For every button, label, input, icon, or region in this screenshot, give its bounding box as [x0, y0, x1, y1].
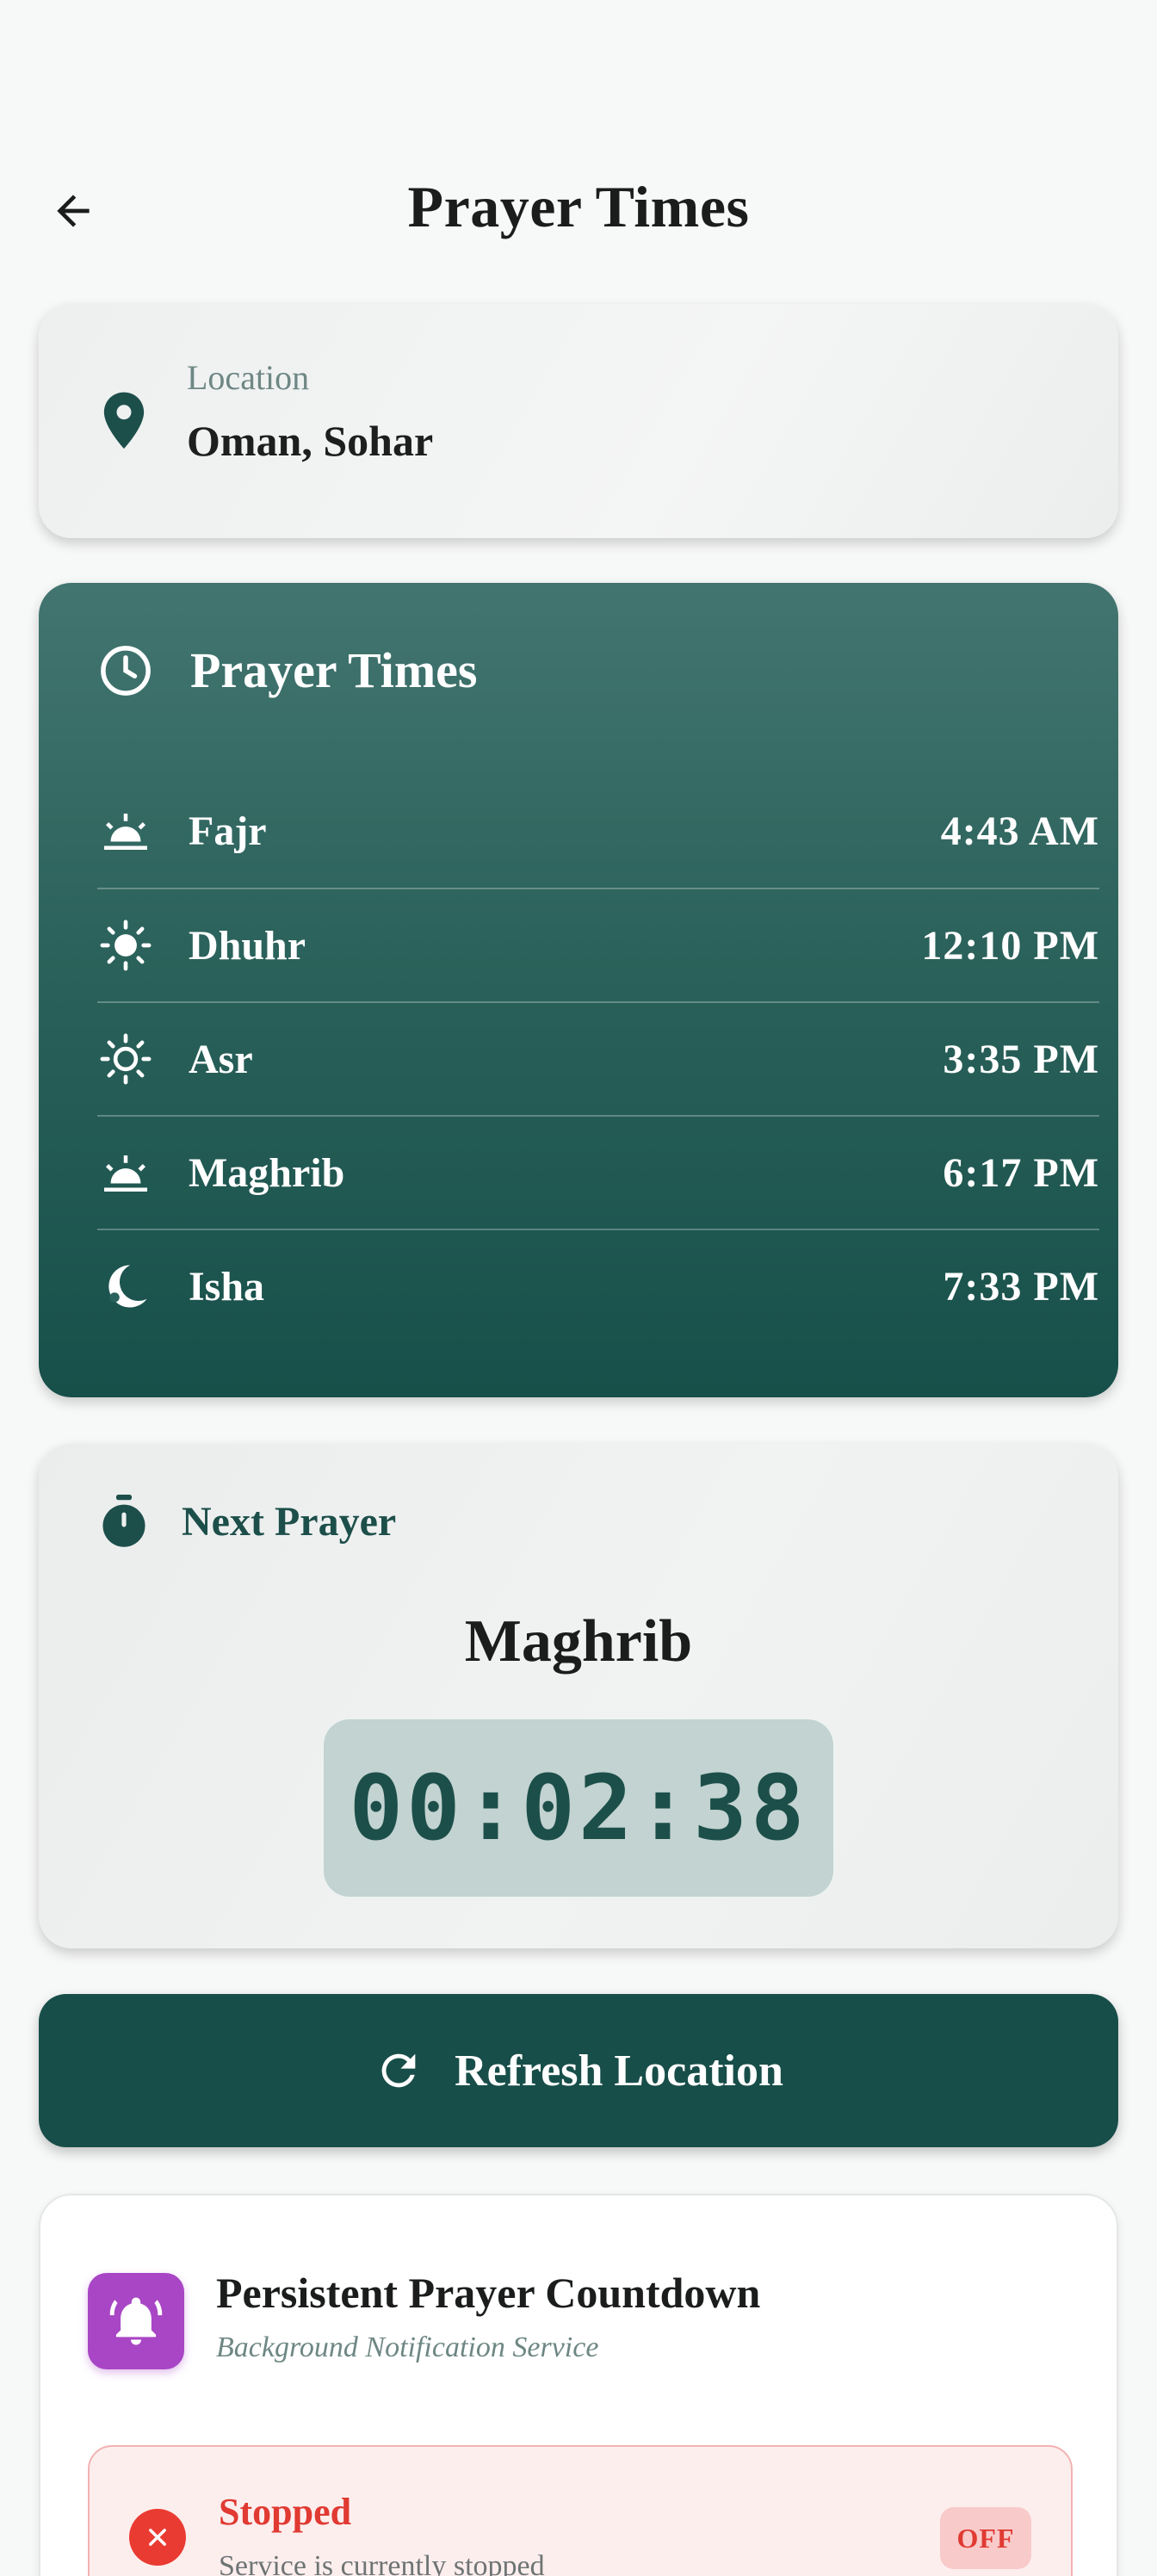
sun-icon [97, 917, 154, 974]
prayer-row-asr: Asr 3:35 PM [97, 1001, 1099, 1115]
service-icon-tile [88, 2273, 184, 2369]
prayer-name: Fajr [189, 808, 267, 854]
prayer-times-header: Prayer Times [97, 641, 477, 699]
service-subtitle: Background Notification Service [216, 2331, 599, 2363]
location-card: Location Oman, Sohar [39, 304, 1118, 538]
prayer-time: 12:10 PM [921, 922, 1099, 969]
prayer-times-card: Prayer Times Fajr 4:43 AM Dhuhr 12:10 PM… [39, 583, 1118, 1397]
prayer-row-isha: Isha 7:33 PM [97, 1229, 1099, 1342]
clock-icon [101, 645, 151, 696]
app-header: Prayer Times [0, 155, 1157, 258]
arrow-left-icon [57, 195, 90, 227]
next-prayer-label: Next Prayer [182, 1498, 397, 1545]
prayer-row-fajr: Fajr 4:43 AM [97, 774, 1099, 888]
service-title: Persistent Prayer Countdown [216, 2269, 761, 2317]
location-pin-icon [103, 392, 145, 449]
prayer-time: 7:33 PM [943, 1263, 1099, 1310]
countdown-timer: 00:02:38 [324, 1719, 833, 1897]
next-prayer-card: Next Prayer Maghrib 00:02:38 [39, 1444, 1118, 1948]
next-prayer-name: Maghrib [464, 1608, 693, 1675]
prayer-row-maghrib: Maghrib 6:17 PM [97, 1115, 1099, 1229]
sunrise-icon [97, 802, 154, 859]
status-badge: OFF [940, 2507, 1031, 2569]
sun-outline-icon [97, 1031, 154, 1087]
close-icon [149, 2529, 166, 2546]
prayer-list: Fajr 4:43 AM Dhuhr 12:10 PM Asr 3:35 PM … [97, 774, 1099, 1342]
prayer-time: 4:43 AM [940, 808, 1099, 854]
back-button[interactable] [43, 181, 103, 241]
prayer-times-title: Prayer Times [190, 642, 478, 698]
prayer-name: Dhuhr [189, 922, 306, 969]
service-status-box: Stopped Service is currently stopped OFF [88, 2445, 1073, 2576]
page-title: Prayer Times [407, 173, 750, 239]
status-title: Stopped [219, 2491, 352, 2533]
moon-icon [97, 1258, 154, 1315]
prayer-name: Maghrib [189, 1149, 345, 1196]
prayer-name: Asr [189, 1036, 253, 1082]
refresh-icon [381, 2053, 416, 2088]
prayer-time: 6:17 PM [943, 1149, 1099, 1196]
next-prayer-header: Next Prayer [97, 1492, 396, 1551]
refresh-location-button[interactable]: Refresh Location [39, 1994, 1118, 2147]
status-description: Service is currently stopped [219, 2550, 545, 2576]
prayer-time: 3:35 PM [943, 1036, 1099, 1082]
bell-ring-icon [109, 2297, 163, 2345]
location-label: Location [187, 358, 310, 397]
stopwatch-icon [102, 1495, 145, 1547]
sunset-icon [97, 1144, 154, 1201]
prayer-name: Isha [189, 1263, 265, 1310]
refresh-button-label: Refresh Location [455, 2046, 783, 2096]
prayer-row-dhuhr: Dhuhr 12:10 PM [97, 888, 1099, 1001]
location-value: Oman, Sohar [187, 417, 434, 465]
countdown-service-card: Persistent Prayer Countdown Background N… [39, 2194, 1118, 2576]
status-stopped-icon [129, 2509, 186, 2566]
